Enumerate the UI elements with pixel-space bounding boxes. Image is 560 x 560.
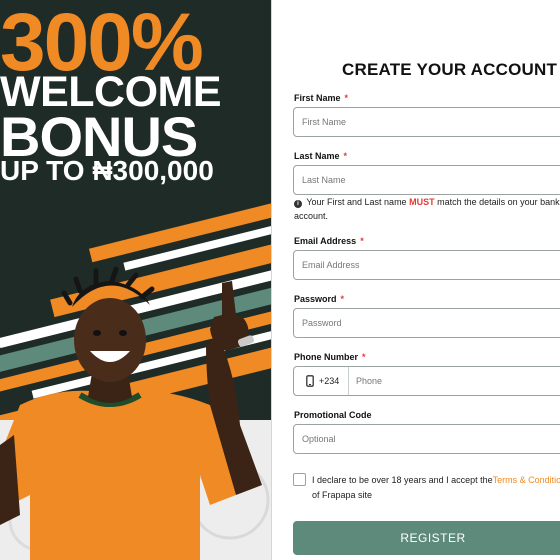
promo-code-input[interactable] [293,424,560,454]
first-name-label: First Name * [294,93,349,103]
required-marker: * [340,294,345,304]
page-title: CREATE YOUR ACCOUNT [342,60,558,79]
last-name-label: Last Name * [294,151,348,161]
promo-code-label: Promotional Code [294,410,372,420]
email-input[interactable] [293,250,560,280]
must-emphasis: MUST [409,197,435,207]
password-input[interactable] [293,308,560,338]
info-icon: i [294,200,302,208]
name-match-note: i Your First and Last name MUST match th… [294,197,560,221]
age-terms-checkbox[interactable] [293,473,306,486]
required-marker: * [362,352,366,362]
country-code-selector[interactable]: +234 [294,367,349,395]
phone-label: Phone Number * [294,352,366,362]
smiling-man-illustration [0,266,262,560]
password-label: Password * [294,294,345,304]
first-name-input[interactable] [293,107,560,137]
registration-form: CREATE YOUR ACCOUNT First Name* Last Nam… [271,0,560,560]
terms-link[interactable]: Terms & Conditions [493,475,560,485]
last-name-input[interactable] [293,165,560,195]
required-marker: * [344,93,349,103]
required-marker: * [343,151,348,161]
register-button[interactable]: REGISTER [293,521,560,555]
required-marker: * [360,236,364,246]
bonus-amount: UP TO ₦300,000 [0,155,214,186]
email-label: Email Address * [294,236,364,246]
age-terms-declaration: I declare to be over 18 years and I acce… [312,473,560,503]
country-code: +234 [319,376,340,386]
phone-icon [306,375,314,387]
phone-field: +234 [293,366,560,396]
phone-input[interactable] [350,367,560,395]
welcome-bonus-banner: 300% WELCOME BONUS UP TO ₦300,000 [0,0,271,560]
